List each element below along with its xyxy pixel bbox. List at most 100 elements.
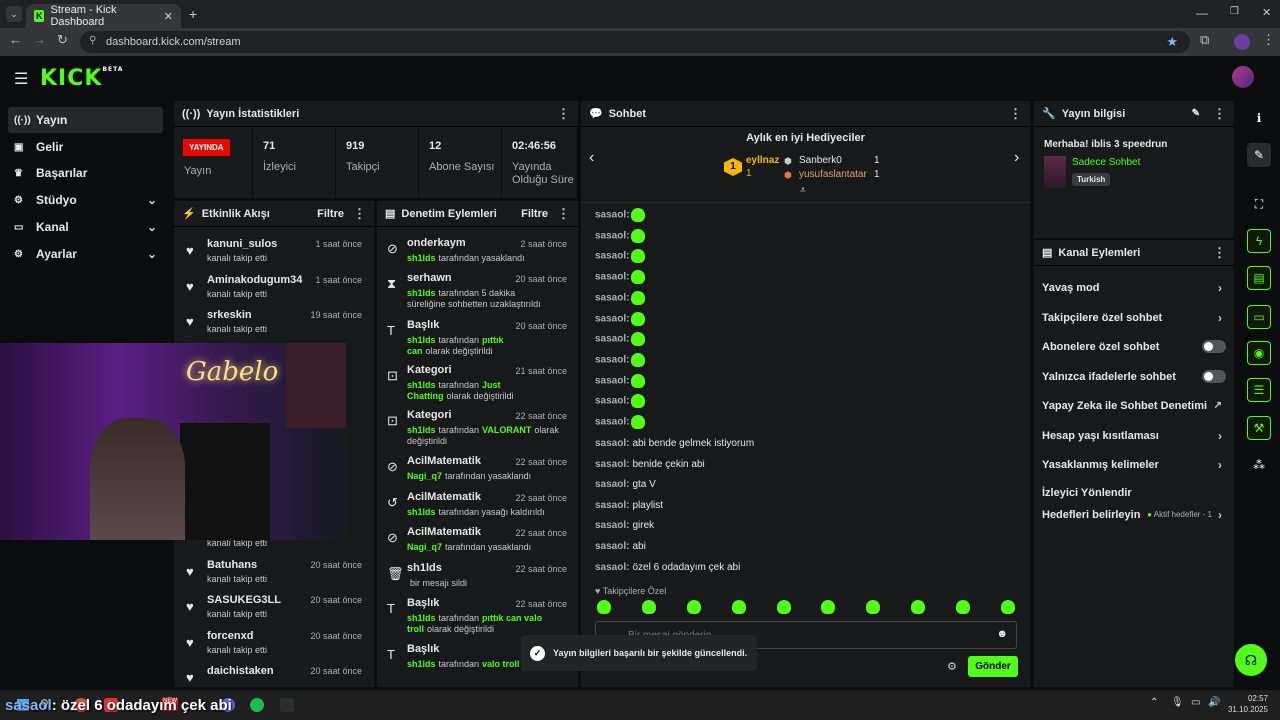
forward-icon[interactable]: → bbox=[33, 32, 46, 47]
emote-picker-icon[interactable] bbox=[821, 600, 836, 614]
moderation-target[interactable]: AcilMatematik bbox=[407, 455, 481, 467]
site-info-icon[interactable]: ⚲ bbox=[89, 35, 96, 46]
activity-username[interactable]: Aminakodugum34 bbox=[207, 274, 302, 286]
moderator-name[interactable]: sh1lds bbox=[407, 288, 436, 298]
emoji-icon[interactable]: ☻ bbox=[996, 628, 1008, 640]
chat-username[interactable]: sasaol: bbox=[595, 375, 629, 386]
emote-picker-icon[interactable] bbox=[956, 600, 970, 614]
emote-picker-icon[interactable] bbox=[866, 600, 881, 614]
chat-username[interactable]: sasaol: bbox=[595, 562, 629, 573]
chat-username[interactable]: sasaol: bbox=[595, 459, 629, 470]
maximize-button[interactable]: ❐ bbox=[1230, 6, 1239, 17]
bolt-icon[interactable]: ϟ bbox=[1247, 229, 1271, 253]
channel-action-item[interactable]: Yalnızca ifadelerle sohbet bbox=[1034, 362, 1234, 391]
moderator-name[interactable]: Nagi_q7 bbox=[407, 471, 442, 481]
moderation-target[interactable]: Başlık bbox=[407, 597, 439, 609]
activity-username[interactable]: daichistaken bbox=[207, 665, 274, 677]
chat-username[interactable]: sasaol: bbox=[595, 355, 629, 366]
moderation-menu-icon[interactable]: ⋮ bbox=[557, 206, 570, 222]
reload-icon[interactable]: ↻ bbox=[57, 32, 68, 48]
activity-username[interactable]: kanuni_sulos bbox=[207, 238, 277, 250]
moderator-name[interactable]: sh1lds bbox=[407, 613, 436, 623]
moderation-target[interactable]: AcilMatematik bbox=[407, 491, 481, 503]
moderation-filter-button[interactable]: Filtre bbox=[521, 208, 548, 220]
chat-username[interactable]: sasaol: bbox=[595, 500, 629, 511]
close-tab-icon[interactable]: ✕ bbox=[164, 10, 173, 23]
activity-menu-icon[interactable]: ⋮ bbox=[353, 206, 366, 222]
browser-menu-icon[interactable]: ⋮ bbox=[1262, 32, 1275, 48]
moderator-name[interactable]: sh1lds bbox=[407, 425, 436, 435]
moderation-target[interactable]: Başlık bbox=[407, 643, 439, 655]
emote-picker-icon[interactable] bbox=[911, 600, 926, 614]
moderation-target[interactable]: Kategori bbox=[407, 364, 452, 376]
chat-menu-icon[interactable]: ⋮ bbox=[1009, 106, 1022, 122]
chat-username[interactable]: sasaol: bbox=[595, 438, 629, 449]
wrench-icon[interactable]: ⚒ bbox=[1247, 416, 1271, 440]
toggle-switch[interactable] bbox=[1202, 340, 1226, 353]
moderator-name[interactable]: sh1lds bbox=[407, 380, 436, 390]
clock-time[interactable]: 02:57 bbox=[1232, 694, 1268, 703]
channel-action-item[interactable]: Hesap yaşı kısıtlaması › bbox=[1034, 421, 1234, 450]
moderation-target[interactable]: sh1lds bbox=[407, 562, 442, 574]
mic-icon[interactable]: 🎙 bbox=[1171, 697, 1184, 708]
shapes-icon[interactable]: ⁂ bbox=[1247, 453, 1271, 477]
spotify-icon[interactable] bbox=[250, 698, 264, 712]
activity-filter-button[interactable]: Filtre bbox=[317, 208, 344, 220]
volume-icon[interactable]: 🔊 bbox=[1208, 697, 1220, 708]
url-field[interactable]: ⚲ dashboard.kick.com/stream ★ bbox=[80, 31, 1190, 53]
emote-picker-icon[interactable] bbox=[776, 600, 791, 614]
chat-username[interactable]: sasaol: bbox=[595, 292, 629, 303]
minimize-button[interactable]: — bbox=[1196, 6, 1208, 20]
emote-picker-icon[interactable] bbox=[731, 600, 746, 614]
stats-menu-icon[interactable]: ⋮ bbox=[557, 106, 570, 122]
moderator-name[interactable]: sh1lds bbox=[407, 335, 436, 345]
moderation-target[interactable]: Kategori bbox=[407, 409, 452, 421]
chat-username[interactable]: sasaol: bbox=[595, 210, 629, 221]
activity-username[interactable]: forcenxd bbox=[207, 630, 253, 642]
sidebar-item-tv[interactable]: ▭ Kanal ⌄ bbox=[8, 214, 163, 240]
chat-username[interactable]: sasaol: bbox=[595, 417, 629, 428]
chat-settings-icon[interactable]: ⚙ bbox=[947, 660, 957, 673]
edit-pencil-icon[interactable]: ✎ bbox=[1192, 108, 1200, 119]
channel-action-item[interactable]: Yasaklanmış kelimeler › bbox=[1034, 450, 1234, 479]
tray-chevron-icon[interactable]: ⌃ bbox=[1150, 697, 1158, 708]
hamburger-menu-icon[interactable]: ☰ bbox=[14, 69, 28, 89]
broadcast-icon[interactable]: ◉ bbox=[1247, 341, 1271, 365]
emote-picker-icon[interactable] bbox=[1000, 600, 1015, 614]
moderation-target[interactable]: AcilMatematik bbox=[407, 526, 481, 538]
chat-icon[interactable]: ▭ bbox=[1247, 305, 1271, 329]
kick-logo[interactable]: KICKBETA bbox=[40, 66, 123, 91]
sidebar-item-settings[interactable]: ⚙ Ayarlar ⌄ bbox=[8, 241, 163, 267]
moderator-name[interactable]: sh1lds bbox=[407, 507, 436, 517]
channel-action-item[interactable]: Takipçilere özel sohbet › bbox=[1034, 303, 1234, 332]
sidebar-item-trophy[interactable]: ♛ Başarılar bbox=[8, 160, 163, 186]
bookmark-star-icon[interactable]: ★ bbox=[1166, 34, 1178, 50]
activity-username[interactable]: SASUKEG3LL bbox=[207, 594, 281, 606]
activity-username[interactable]: srkeskin bbox=[207, 309, 252, 321]
moderator-name[interactable]: sh1lds bbox=[407, 253, 436, 263]
new-tab-button[interactable]: + bbox=[189, 6, 197, 22]
sidebar-item-wallet[interactable]: ▣ Gelir bbox=[8, 134, 163, 160]
channel-action-item[interactable]: Yapay Zeka ile Sohbet Denetimi ↗ bbox=[1034, 391, 1234, 420]
emote-picker-icon[interactable] bbox=[686, 600, 701, 614]
activity-username[interactable]: Batuhans bbox=[207, 559, 257, 571]
emote-picker-icon[interactable] bbox=[597, 600, 611, 614]
terminal-icon[interactable] bbox=[280, 698, 294, 712]
moderator-name[interactable]: Nagi_q7 bbox=[407, 542, 442, 552]
gifter-name[interactable]: eyllnaz bbox=[746, 155, 779, 166]
category-name[interactable]: Sadece Sohbet bbox=[1072, 157, 1140, 168]
chat-username[interactable]: sasaol: bbox=[595, 230, 629, 241]
emote-picker-icon[interactable] bbox=[641, 600, 656, 614]
prev-arrow-icon[interactable]: ‹ bbox=[589, 149, 594, 167]
chat-username[interactable]: sasaol: bbox=[595, 396, 629, 407]
clock-date[interactable]: 31.10.2025 bbox=[1224, 705, 1268, 714]
browser-tab[interactable]: K Stream - Kick Dashboard ✕ bbox=[26, 4, 181, 28]
chat-username[interactable]: sasaol: bbox=[595, 251, 629, 262]
chat-username[interactable]: sasaol: bbox=[595, 479, 629, 490]
send-button[interactable]: Gönder bbox=[968, 656, 1018, 677]
channel-action-item[interactable]: Yavaş mod › bbox=[1034, 273, 1234, 302]
tab-search-button[interactable]: ⌄ bbox=[6, 6, 22, 22]
moderator-name[interactable]: sh1lds bbox=[407, 659, 436, 669]
sidebar-item-broadcast[interactable]: ((·)) Yayın bbox=[8, 107, 163, 133]
profile-avatar[interactable] bbox=[1234, 34, 1250, 50]
